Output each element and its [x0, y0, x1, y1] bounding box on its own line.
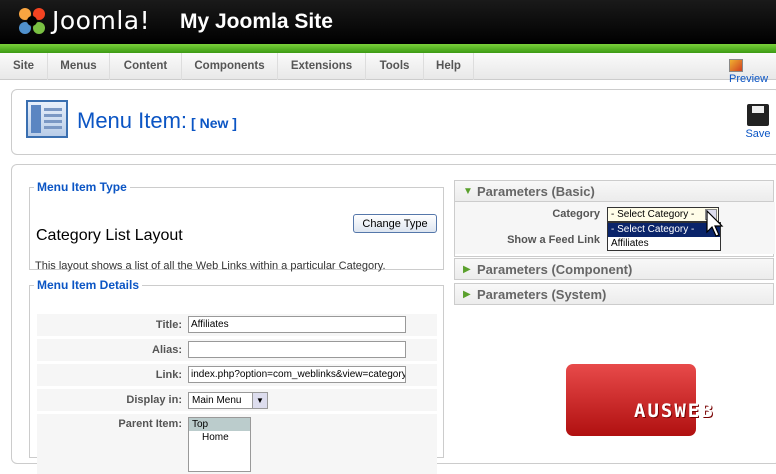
menu-site[interactable]: Site [0, 53, 48, 80]
page-title-text: Menu Item: [77, 108, 188, 133]
main-menubar: Site Menus Content Components Extensions… [0, 53, 776, 85]
preview-icon [729, 59, 743, 72]
parameters-system-toggle[interactable]: ▶ Parameters (System) [454, 283, 774, 305]
header-accent-bar [0, 44, 776, 53]
joomla-logo-icon [19, 8, 45, 34]
menu-item-details-fieldset: Menu Item Details Title: Affiliates Alia… [29, 278, 444, 474]
save-button[interactable]: Save [743, 104, 773, 140]
parent-option-home[interactable]: Home [189, 431, 250, 444]
menu-help[interactable]: Help [424, 53, 474, 80]
link-label: Link: [155, 369, 182, 381]
menu-menus[interactable]: Menus [48, 53, 110, 80]
menu-content[interactable]: Content [110, 53, 182, 80]
triangle-right-icon: ▶ [463, 289, 471, 300]
preview-link[interactable]: Preview [729, 59, 776, 85]
toolbar-box: Menu Item:[ New ] Save [11, 89, 776, 155]
triangle-right-icon: ▶ [463, 264, 471, 275]
display-in-value: Main Menu [192, 395, 242, 406]
menu-item-details-legend: Menu Item Details [37, 278, 140, 292]
display-row: Display in: Main Menu ▼ [37, 389, 437, 411]
category-select[interactable]: - Select Category - [607, 207, 719, 222]
page-title-status: [ New ] [191, 115, 237, 131]
preview-label: Preview [729, 73, 769, 85]
type-title: Category List Layout [36, 227, 183, 244]
page-title: Menu Item:[ New ] [77, 108, 237, 134]
category-dropdown-list: - Select Category - Affiliates [607, 222, 721, 251]
alias-field[interactable] [188, 341, 406, 358]
parameters-basic-toggle[interactable]: ▼ Parameters (Basic) [454, 180, 774, 202]
menu-extensions[interactable]: Extensions [278, 53, 366, 80]
menu-item-type-fieldset: Menu Item Type Category List Layout Chan… [29, 180, 444, 272]
admin-header: Joomla! My Joomla Site [0, 0, 776, 44]
alias-label: Alias: [152, 344, 182, 356]
ausweb-watermark-text: AUSWEB [634, 400, 715, 422]
triangle-down-icon: ▼ [463, 186, 473, 197]
parameters-system-label: Parameters (System) [477, 287, 607, 302]
parent-row: Parent Item: Top Home [37, 414, 437, 474]
brand-name: Joomla! [52, 6, 151, 35]
title-label: Title: [155, 319, 182, 331]
menu-tools[interactable]: Tools [366, 53, 424, 80]
chevron-down-icon: ▼ [252, 393, 267, 408]
parameters-component-label: Parameters (Component) [477, 262, 633, 277]
save-label: Save [745, 128, 771, 140]
site-title: My Joomla Site [180, 10, 333, 33]
menu-components[interactable]: Components [182, 53, 278, 80]
feed-label: Show a Feed Link [507, 234, 600, 246]
title-field[interactable]: Affiliates [188, 316, 406, 333]
menu-item-type-legend: Menu Item Type [37, 180, 127, 194]
category-option-select[interactable]: - Select Category - [608, 223, 720, 237]
category-selected: - Select Category - [611, 209, 695, 220]
display-in-select[interactable]: Main Menu ▼ [188, 392, 268, 409]
link-row: Link: index.php?option=com_weblinks&view… [37, 364, 437, 386]
mouse-pointer-icon [706, 210, 724, 237]
parent-item-listbox[interactable]: Top Home [188, 417, 251, 472]
parent-label: Parent Item: [118, 418, 182, 430]
parent-option-top[interactable]: Top [189, 418, 250, 431]
save-icon [747, 104, 769, 126]
parameters-component-toggle[interactable]: ▶ Parameters (Component) [454, 258, 774, 280]
link-field[interactable]: index.php?option=com_weblinks&view=categ… [188, 366, 406, 383]
alias-row: Alias: [37, 339, 437, 361]
parameters-basic-label: Parameters (Basic) [477, 184, 595, 199]
title-row: Title: Affiliates [37, 314, 437, 336]
menu-item-icon [26, 100, 68, 138]
type-description: This layout shows a list of all the Web … [35, 260, 386, 272]
category-option-affiliates[interactable]: Affiliates [608, 237, 720, 251]
display-label: Display in: [126, 394, 182, 406]
category-label: Category [552, 208, 600, 220]
change-type-button[interactable]: Change Type [353, 214, 437, 233]
